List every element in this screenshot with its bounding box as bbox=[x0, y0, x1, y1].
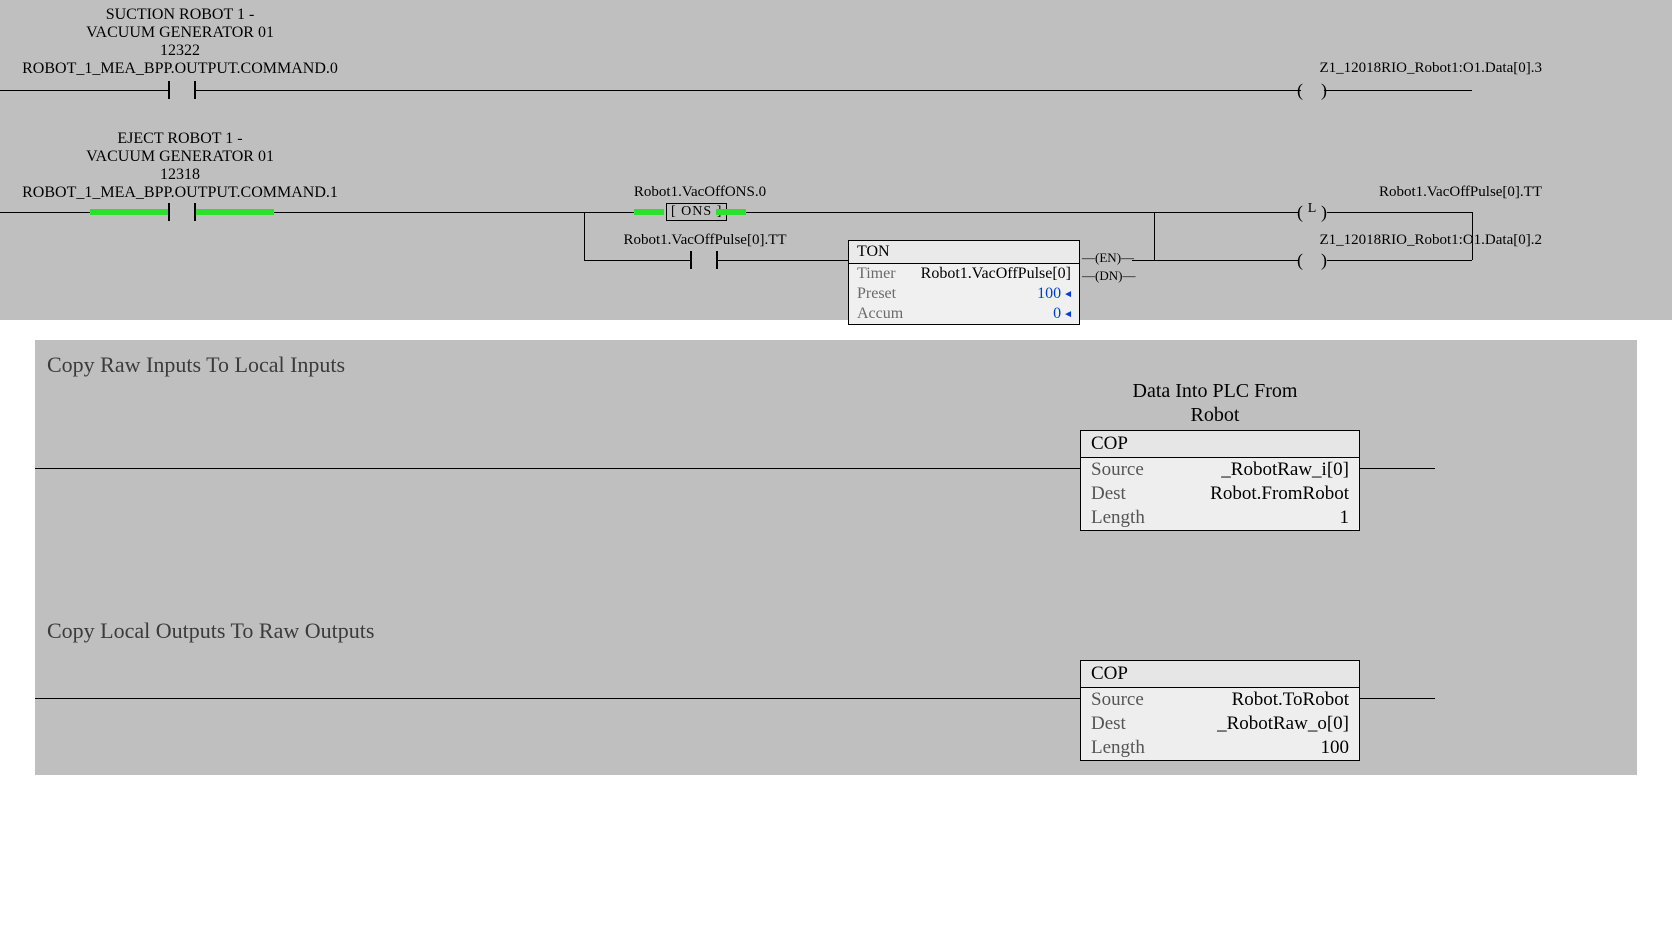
copA-source-v: _RobotRaw_i[0] bbox=[1221, 459, 1349, 481]
rung2-desc-2: VACUUM GENERATOR 01 bbox=[80, 148, 280, 166]
rung2-branch-ote-tag: Z1_12018RIO_Robot1:O1.Data[0].2 bbox=[1320, 232, 1542, 249]
rung2-otl-tag: Robot1.VacOffPulse[0].TT bbox=[1379, 184, 1542, 201]
rungB-wire-left bbox=[35, 698, 1080, 699]
ton-preset-v: 100 bbox=[1037, 285, 1071, 303]
rung1-ote-tag: Z1_12018RIO_Robot1:O1.Data[0].3 bbox=[1320, 60, 1542, 77]
ladder-top-section: SUCTION ROBOT 1 - VACUUM GENERATOR 01 12… bbox=[0, 0, 1672, 320]
rung1-xic-contact[interactable] bbox=[168, 81, 196, 99]
rung1-wire-mid bbox=[195, 90, 1295, 91]
rung2-desc-1: EJECT ROBOT 1 - bbox=[80, 130, 280, 148]
rung2-branch-xic-tag: Robot1.VacOffPulse[0].TT bbox=[600, 232, 810, 249]
rungA-comment-1: Data Into PLC From bbox=[1065, 380, 1365, 403]
ton-dn-pin: —(DN)— bbox=[1082, 268, 1135, 284]
rung2-wire-b bbox=[274, 212, 584, 213]
copA-length-v: 1 bbox=[1340, 507, 1350, 529]
rung2-bwire-b bbox=[718, 260, 848, 261]
copB-title: COP bbox=[1081, 661, 1359, 688]
rung2-branch-xic[interactable] bbox=[690, 251, 718, 269]
rungA-title: Copy Raw Inputs To Local Inputs bbox=[47, 352, 345, 378]
rung2-branch-v1 bbox=[584, 212, 585, 260]
rungB-cop-block[interactable]: COP Source Robot.ToRobot Dest _RobotRaw_o[… bbox=[1080, 660, 1360, 761]
rung1-desc-1: SUCTION ROBOT 1 - bbox=[80, 6, 280, 24]
ton-en-pin: —(EN)— bbox=[1082, 250, 1134, 266]
ton-accum-k: Accum bbox=[857, 305, 903, 323]
copA-title: COP bbox=[1081, 431, 1359, 458]
copA-dest-v: Robot.FromRobot bbox=[1210, 483, 1349, 505]
ton-timer-v: Robot1.VacOffPulse[0] bbox=[921, 265, 1071, 283]
rung2-green-2 bbox=[196, 209, 274, 215]
rung2-bwire-c bbox=[1132, 260, 1154, 261]
ton-accum-v: 0 bbox=[1053, 305, 1071, 323]
otl-letter: L bbox=[1308, 201, 1317, 217]
rung2-otl-coil[interactable]: ( L ) bbox=[1297, 204, 1327, 220]
rung1-desc-2: VACUUM GENERATOR 01 bbox=[80, 24, 280, 42]
rungB-title: Copy Local Outputs To Raw Outputs bbox=[47, 618, 374, 644]
copA-source-k: Source bbox=[1091, 459, 1144, 481]
rung2-xic-tag: ROBOT_1_MEA_BPP.OUTPUT.COMMAND.1 bbox=[0, 184, 360, 202]
copA-dest-k: Dest bbox=[1091, 483, 1126, 505]
rung2-branch-v3 bbox=[1154, 212, 1155, 260]
copB-length-v: 100 bbox=[1321, 737, 1350, 759]
copB-source-k: Source bbox=[1091, 689, 1144, 711]
rung2-green-4 bbox=[716, 209, 746, 215]
rung1-coil-lwire bbox=[1295, 90, 1301, 91]
rung2-green-3 bbox=[634, 209, 664, 215]
copB-dest-k: Dest bbox=[1091, 713, 1126, 735]
ladder-bottom-section: Copy Raw Inputs To Local Inputs Data Int… bbox=[35, 340, 1637, 775]
rung1-ote-coil[interactable]: () bbox=[1297, 82, 1327, 98]
rung2-bwire-a bbox=[584, 260, 690, 261]
ton-title: TON bbox=[849, 241, 1079, 264]
rungA-wire-left bbox=[35, 468, 1080, 469]
rung1-wire-left bbox=[0, 90, 170, 91]
rung2-bwire-d bbox=[1154, 260, 1299, 261]
rung2-wire-c1 bbox=[584, 212, 634, 213]
rung2-xic-contact[interactable] bbox=[168, 203, 196, 221]
rungA-comment-2: Robot bbox=[1065, 404, 1365, 427]
ton-timer-k: Timer bbox=[857, 265, 896, 283]
rungA-cop-block[interactable]: COP Source _RobotRaw_i[0] Dest Robot.FromR… bbox=[1080, 430, 1360, 531]
ton-preset-k: Preset bbox=[857, 285, 896, 303]
rung2-wire-d bbox=[1154, 212, 1299, 213]
rung2-ons-tag: Robot1.VacOffONS.0 bbox=[600, 184, 800, 201]
rung2-ton-block[interactable]: TON Timer Robot1.VacOffPulse[0] Preset 100… bbox=[848, 240, 1080, 325]
rung2-branch-ote-coil[interactable]: () bbox=[1297, 252, 1327, 268]
copB-dest-v: _RobotRaw_o[0] bbox=[1217, 713, 1349, 735]
rung1-desc-3: 12322 bbox=[80, 42, 280, 60]
rung1-coil-rwire bbox=[1324, 90, 1340, 91]
rung2-wire-a bbox=[0, 212, 90, 213]
rung1-xic-tag: ROBOT_1_MEA_BPP.OUTPUT.COMMAND.0 bbox=[0, 60, 360, 78]
copB-length-k: Length bbox=[1091, 737, 1145, 759]
rung2-wire-e bbox=[1327, 212, 1472, 213]
rung2-desc-3: 12318 bbox=[80, 166, 280, 184]
copB-source-v: Robot.ToRobot bbox=[1232, 689, 1349, 711]
ons-label: ONS bbox=[681, 204, 712, 219]
rungA-wire-right bbox=[1360, 468, 1435, 469]
rung2-green-1 bbox=[90, 209, 168, 215]
copA-length-k: Length bbox=[1091, 507, 1145, 529]
rung2-bwire-e bbox=[1327, 260, 1472, 261]
rung2-wire-c2 bbox=[746, 212, 1154, 213]
rungB-wire-right bbox=[1360, 698, 1435, 699]
rung1-wire-right bbox=[1340, 90, 1472, 91]
